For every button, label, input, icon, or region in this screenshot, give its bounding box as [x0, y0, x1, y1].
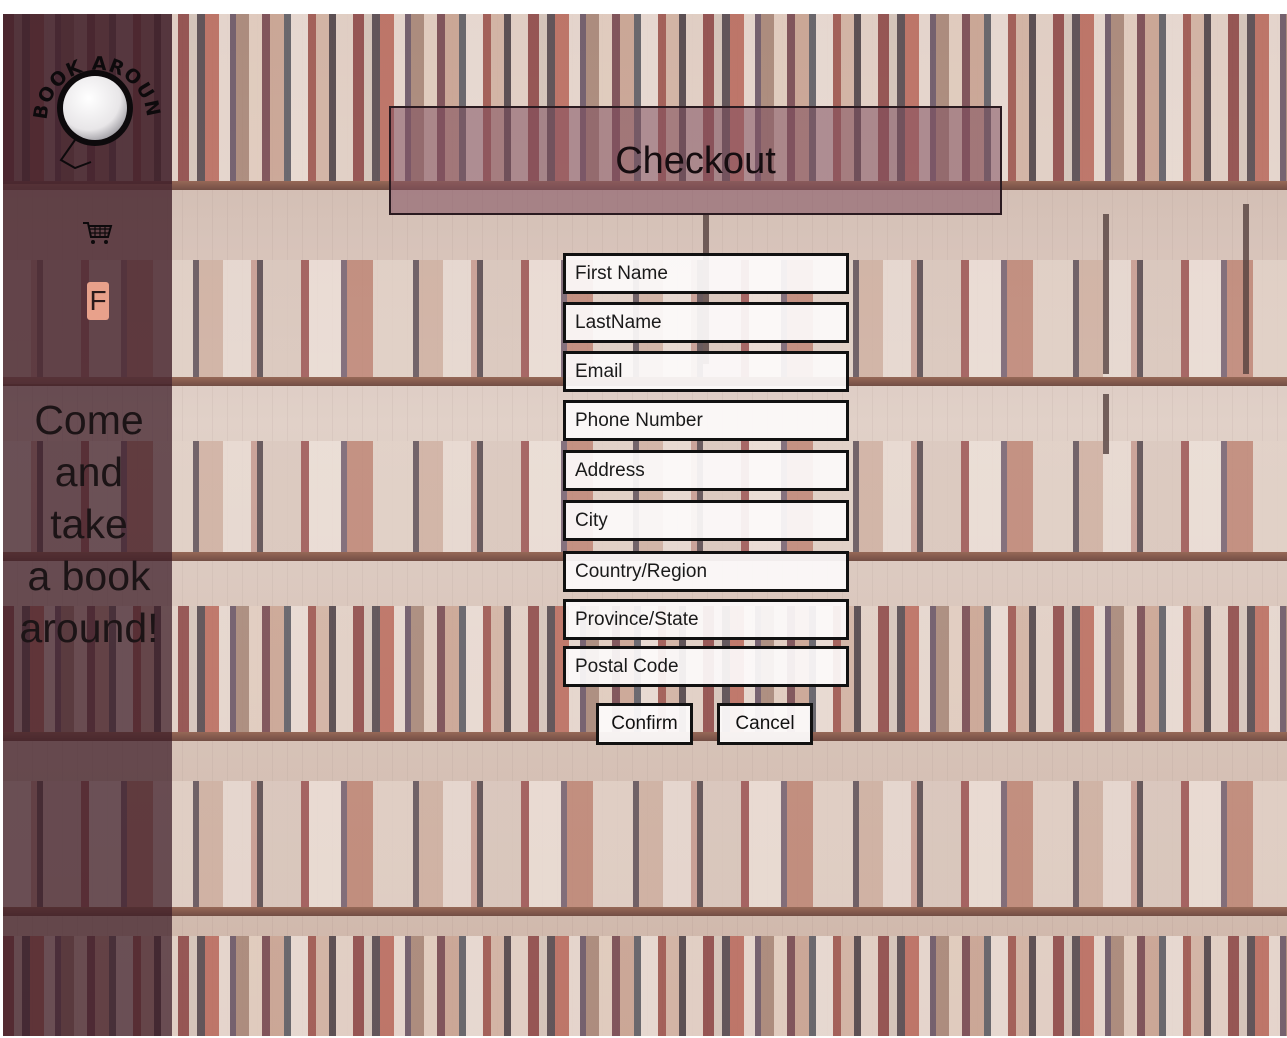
- checkout-header: Checkout: [389, 106, 1002, 215]
- book-around-logo[interactable]: BOOK AROUND: [25, 32, 165, 172]
- province-state-field[interactable]: [563, 599, 849, 640]
- tagline-line: take: [50, 501, 128, 547]
- country-region-field[interactable]: [563, 551, 849, 592]
- cancel-button[interactable]: Cancel: [717, 703, 813, 745]
- tagline-line: around!: [19, 605, 159, 651]
- sidebar: BOOK AROUND F Come and take a book aroun…: [3, 14, 172, 1036]
- phone-number-field[interactable]: [563, 400, 849, 441]
- email-field[interactable]: [563, 351, 849, 392]
- tagline: Come and take a book around!: [9, 394, 169, 654]
- page-title: Checkout: [615, 140, 776, 182]
- postal-code-field[interactable]: [563, 646, 849, 687]
- tagline-line: a book: [27, 553, 151, 599]
- city-field[interactable]: [563, 500, 849, 541]
- first-name-field[interactable]: [563, 253, 849, 294]
- profile-initial-badge[interactable]: F: [87, 282, 109, 320]
- tagline-line: Come: [34, 397, 144, 443]
- last-name-field[interactable]: [563, 302, 849, 343]
- shopping-cart-icon[interactable]: [81, 220, 113, 246]
- address-field[interactable]: [563, 450, 849, 491]
- confirm-button[interactable]: Confirm: [596, 703, 693, 745]
- tagline-line: and: [54, 449, 124, 495]
